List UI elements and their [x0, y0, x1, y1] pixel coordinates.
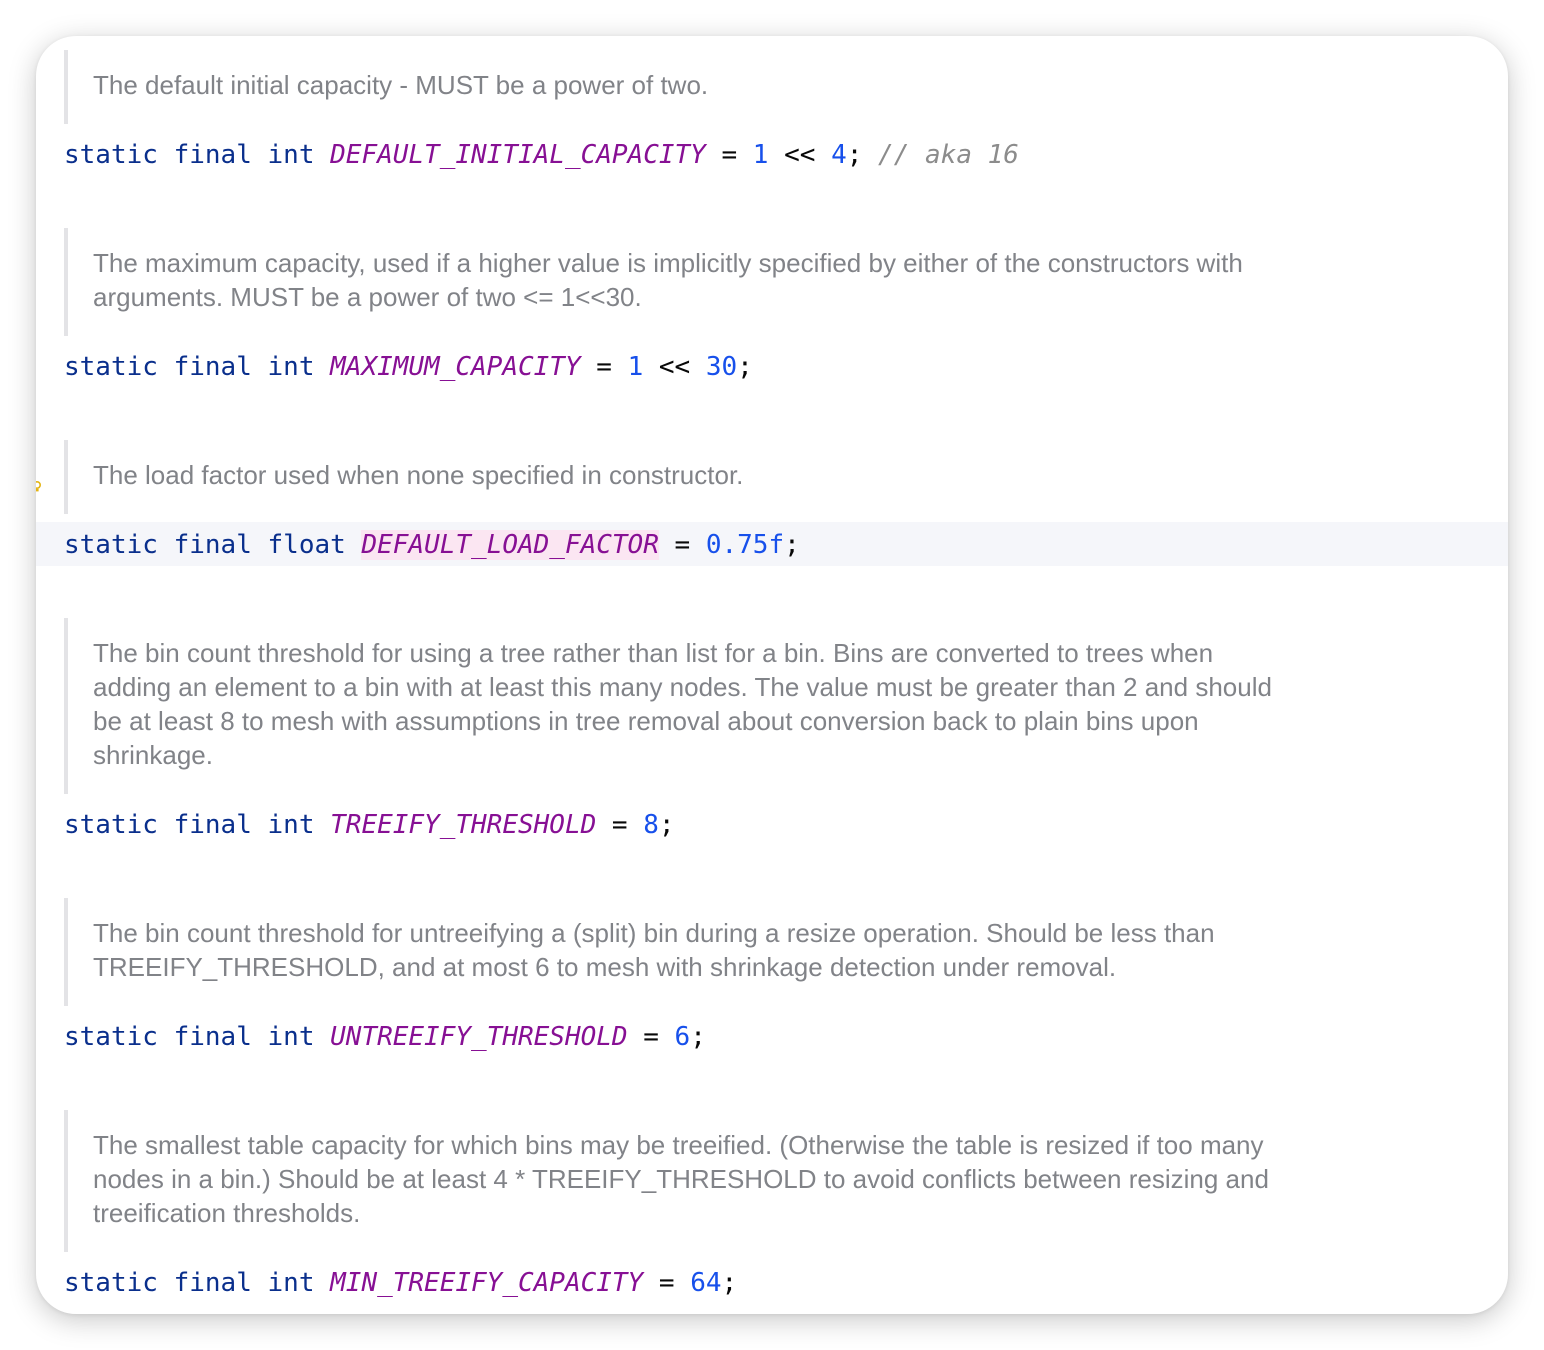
number-literal: 6: [674, 1022, 691, 1052]
number-literal: 8: [643, 810, 659, 840]
doc-comment-maximum-capacity: The maximum capacity, used if a higher v…: [64, 228, 1284, 336]
doc-text: The bin count threshold for untreeifying…: [93, 918, 1215, 982]
keyword-type: int: [267, 1022, 315, 1052]
keyword-final: final: [173, 810, 252, 840]
code-line-default-initial-capacity[interactable]: static final int DEFAULT_INITIAL_CAPACIT…: [64, 135, 1019, 175]
doc-text: The default initial capacity - MUST be a…: [93, 70, 709, 100]
keyword-final: final: [173, 530, 252, 560]
code-line-untreeify-threshold[interactable]: static final int UNTREEIFY_THRESHOLD = 6…: [64, 1017, 706, 1057]
constant-name[interactable]: TREEIFY_THRESHOLD: [330, 810, 596, 840]
semicolon: ;: [690, 1022, 706, 1052]
constant-name[interactable]: DEFAULT_LOAD_FACTOR: [361, 530, 659, 560]
bulb-icon-svg: [36, 481, 41, 492]
keyword-final: final: [173, 1268, 252, 1298]
assign-operator: =: [674, 530, 691, 560]
code-line-maximum-capacity[interactable]: static final int MAXIMUM_CAPACITY = 1 <<…: [64, 347, 753, 387]
constant-name[interactable]: MAXIMUM_CAPACITY: [330, 352, 580, 382]
doc-text: The load factor used when none specified…: [93, 460, 744, 490]
keyword-type: int: [267, 352, 315, 382]
semicolon: ;: [737, 352, 753, 382]
keyword-type: int: [267, 1268, 315, 1298]
editor-panel: The default initial capacity - MUST be a…: [36, 36, 1508, 1314]
number-literal: 30: [705, 352, 738, 382]
keyword-static: static: [64, 140, 158, 170]
keyword-static: static: [64, 1268, 158, 1298]
keyword-final: final: [173, 140, 252, 170]
code-line-default-load-factor[interactable]: static final float DEFAULT_LOAD_FACTOR =…: [64, 525, 800, 565]
keyword-static: static: [64, 530, 158, 560]
assign-operator: =: [721, 140, 738, 170]
semicolon: ;: [658, 810, 675, 840]
number-literal: 1: [627, 352, 644, 382]
semicolon: ;: [784, 530, 800, 560]
semicolon: ;: [721, 1268, 738, 1298]
number-literal: 4: [831, 140, 847, 170]
doc-comment-default-load-factor: The load factor used when none specified…: [64, 440, 1284, 514]
assign-operator: =: [611, 810, 628, 840]
assign-operator: =: [658, 1268, 675, 1298]
keyword-type: int: [267, 810, 315, 840]
bulb-icon[interactable]: [36, 480, 46, 498]
code-line-treeify-threshold[interactable]: static final int TREEIFY_THRESHOLD = 8;: [64, 805, 675, 845]
assign-operator: =: [643, 1022, 659, 1052]
code-line-min-treeify-capacity[interactable]: static final int MIN_TREEIFY_CAPACITY = …: [64, 1263, 737, 1303]
keyword-type: float: [267, 530, 346, 560]
line-comment: // aka 16: [878, 140, 1019, 170]
doc-comment-treeify-threshold: The bin count threshold for using a tree…: [64, 618, 1284, 794]
constant-name[interactable]: DEFAULT_INITIAL_CAPACITY: [330, 140, 706, 170]
doc-text: The maximum capacity, used if a higher v…: [93, 248, 1243, 312]
constant-name[interactable]: MIN_TREEIFY_CAPACITY: [330, 1268, 643, 1298]
doc-comment-min-treeify-capacity: The smallest table capacity for which bi…: [64, 1110, 1284, 1252]
doc-comment-untreeify-threshold: The bin count threshold for untreeifying…: [64, 898, 1284, 1006]
keyword-final: final: [173, 352, 252, 382]
keyword-static: static: [64, 352, 158, 382]
shift-operator: <<: [784, 140, 816, 170]
keyword-static: static: [64, 810, 158, 840]
keyword-final: final: [173, 1022, 252, 1052]
shift-operator: <<: [658, 352, 691, 382]
number-literal: 1: [752, 140, 769, 170]
number-literal: 0.75f: [705, 530, 785, 560]
assign-operator: =: [596, 352, 612, 382]
keyword-static: static: [64, 1022, 158, 1052]
doc-comment-default-initial-capacity: The default initial capacity - MUST be a…: [64, 50, 1284, 124]
constant-name[interactable]: UNTREEIFY_THRESHOLD: [330, 1022, 627, 1052]
semicolon: ;: [846, 140, 863, 170]
number-literal: 64: [690, 1268, 722, 1298]
doc-text: The smallest table capacity for which bi…: [93, 1130, 1269, 1228]
keyword-type: int: [267, 140, 315, 170]
doc-text: The bin count threshold for using a tree…: [93, 638, 1272, 770]
